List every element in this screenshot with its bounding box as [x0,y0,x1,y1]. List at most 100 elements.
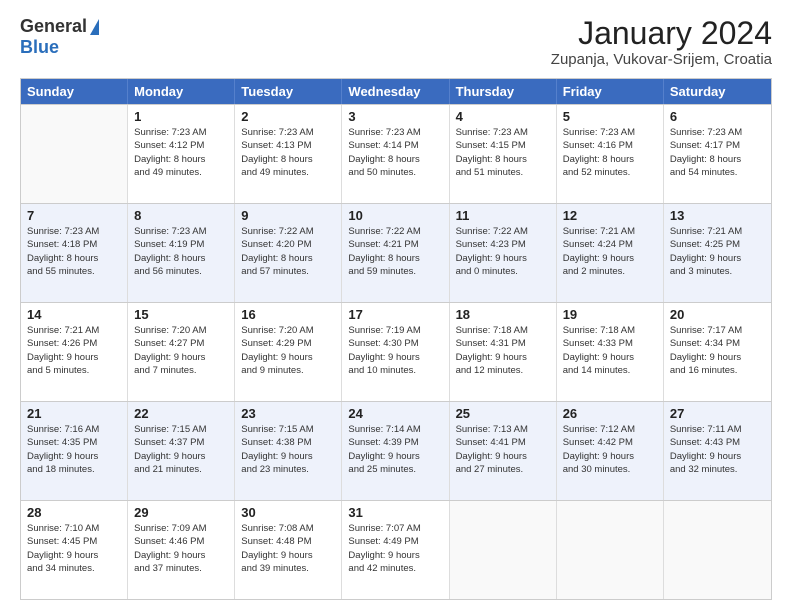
day-cell-17: 17 Sunrise: 7:19 AM Sunset: 4:30 PM Dayli… [342,303,449,401]
day-number: 29 [134,505,228,520]
month-title: January 2024 [551,16,772,51]
header-cell-wednesday: Wednesday [342,79,449,104]
day-cell-30: 30Sunrise: 7:08 AM Sunset: 4:48 PM Dayli… [235,501,342,599]
day-info: Sunrise: 7:21 AM Sunset: 4:26 PM Dayligh… [27,324,121,377]
day-cell-2: 2 Sunrise: 7:23 AM Sunset: 4:13 PM Daylig… [235,105,342,203]
calendar-header: SundayMondayTuesdayWednesdayThursdayFrid… [21,79,771,104]
day-number: 15 [134,307,228,322]
day-info: Sunrise: 7:14 AM Sunset: 4:39 PM Dayligh… [348,423,442,476]
logo-blue-text: Blue [20,37,59,58]
header-cell-sunday: Sunday [21,79,128,104]
day-cell-25: 25 Sunrise: 7:13 AM Sunset: 4:41 PM Dayli… [450,402,557,500]
header-cell-saturday: Saturday [664,79,771,104]
day-cell-15: 15 Sunrise: 7:20 AM Sunset: 4:27 PM Dayli… [128,303,235,401]
day-number: 26 [563,406,657,421]
day-info: Sunrise: 7:22 AM Sunset: 4:21 PM Dayligh… [348,225,442,278]
day-cell-6: 6 Sunrise: 7:23 AM Sunset: 4:17 PM Daylig… [664,105,771,203]
day-info: Sunrise: 7:23 AM Sunset: 4:16 PM Dayligh… [563,126,657,179]
day-cell-31: 31Sunrise: 7:07 AM Sunset: 4:49 PM Dayli… [342,501,449,599]
day-cell-4: 4Sunrise: 7:23 AM Sunset: 4:15 PM Daylig… [450,105,557,203]
day-number: 22 [134,406,228,421]
day-number: 23 [241,406,335,421]
day-number: 27 [670,406,765,421]
day-info: Sunrise: 7:23 AM Sunset: 4:14 PM Dayligh… [348,126,442,179]
day-number: 16 [241,307,335,322]
day-number: 3 [348,109,442,124]
day-info: Sunrise: 7:21 AM Sunset: 4:24 PM Dayligh… [563,225,657,278]
day-number: 13 [670,208,765,223]
day-info: Sunrise: 7:23 AM Sunset: 4:18 PM Dayligh… [27,225,121,278]
calendar-body: 1Sunrise: 7:23 AM Sunset: 4:12 PM Daylig… [21,104,771,599]
day-info: Sunrise: 7:20 AM Sunset: 4:27 PM Dayligh… [134,324,228,377]
calendar-row-1: 1Sunrise: 7:23 AM Sunset: 4:12 PM Daylig… [21,104,771,203]
day-number: 5 [563,109,657,124]
day-info: Sunrise: 7:18 AM Sunset: 4:33 PM Dayligh… [563,324,657,377]
day-cell-29: 29 Sunrise: 7:09 AM Sunset: 4:46 PM Dayli… [128,501,235,599]
day-number: 7 [27,208,121,223]
empty-cell [21,105,128,203]
day-number: 9 [241,208,335,223]
day-number: 17 [348,307,442,322]
calendar-row-2: 7 Sunrise: 7:23 AM Sunset: 4:18 PM Daylig… [21,203,771,302]
day-info: Sunrise: 7:08 AM Sunset: 4:48 PM Dayligh… [241,522,335,575]
day-cell-3: 3 Sunrise: 7:23 AM Sunset: 4:14 PM Daylig… [342,105,449,203]
page: General Blue January 2024 Zupanja, Vukov… [0,0,792,612]
day-cell-12: 12 Sunrise: 7:21 AM Sunset: 4:24 PM Dayli… [557,204,664,302]
day-info: Sunrise: 7:16 AM Sunset: 4:35 PM Dayligh… [27,423,121,476]
day-info: Sunrise: 7:23 AM Sunset: 4:12 PM Dayligh… [134,126,228,179]
header-cell-thursday: Thursday [450,79,557,104]
day-info: Sunrise: 7:09 AM Sunset: 4:46 PM Dayligh… [134,522,228,575]
day-cell-16: 16Sunrise: 7:20 AM Sunset: 4:29 PM Dayli… [235,303,342,401]
day-cell-8: 8 Sunrise: 7:23 AM Sunset: 4:19 PM Daylig… [128,204,235,302]
day-info: Sunrise: 7:10 AM Sunset: 4:45 PM Dayligh… [27,522,121,575]
header: General Blue January 2024 Zupanja, Vukov… [20,16,772,68]
day-info: Sunrise: 7:23 AM Sunset: 4:17 PM Dayligh… [670,126,765,179]
logo: General Blue [20,16,99,58]
day-info: Sunrise: 7:17 AM Sunset: 4:34 PM Dayligh… [670,324,765,377]
day-info: Sunrise: 7:12 AM Sunset: 4:42 PM Dayligh… [563,423,657,476]
empty-cell [557,501,664,599]
day-info: Sunrise: 7:18 AM Sunset: 4:31 PM Dayligh… [456,324,550,377]
day-cell-13: 13Sunrise: 7:21 AM Sunset: 4:25 PM Dayli… [664,204,771,302]
day-cell-18: 18Sunrise: 7:18 AM Sunset: 4:31 PM Dayli… [450,303,557,401]
calendar: SundayMondayTuesdayWednesdayThursdayFrid… [20,78,772,600]
day-info: Sunrise: 7:19 AM Sunset: 4:30 PM Dayligh… [348,324,442,377]
day-info: Sunrise: 7:13 AM Sunset: 4:41 PM Dayligh… [456,423,550,476]
day-number: 31 [348,505,442,520]
day-cell-27: 27Sunrise: 7:11 AM Sunset: 4:43 PM Dayli… [664,402,771,500]
header-cell-monday: Monday [128,79,235,104]
day-info: Sunrise: 7:23 AM Sunset: 4:19 PM Dayligh… [134,225,228,278]
day-number: 12 [563,208,657,223]
header-cell-friday: Friday [557,79,664,104]
day-cell-9: 9Sunrise: 7:22 AM Sunset: 4:20 PM Daylig… [235,204,342,302]
day-info: Sunrise: 7:22 AM Sunset: 4:23 PM Dayligh… [456,225,550,278]
day-number: 4 [456,109,550,124]
day-number: 8 [134,208,228,223]
day-number: 6 [670,109,765,124]
day-cell-1: 1Sunrise: 7:23 AM Sunset: 4:12 PM Daylig… [128,105,235,203]
calendar-row-3: 14 Sunrise: 7:21 AM Sunset: 4:26 PM Dayli… [21,302,771,401]
day-cell-24: 24 Sunrise: 7:14 AM Sunset: 4:39 PM Dayli… [342,402,449,500]
day-info: Sunrise: 7:23 AM Sunset: 4:13 PM Dayligh… [241,126,335,179]
day-cell-21: 21Sunrise: 7:16 AM Sunset: 4:35 PM Dayli… [21,402,128,500]
day-cell-20: 20Sunrise: 7:17 AM Sunset: 4:34 PM Dayli… [664,303,771,401]
calendar-row-5: 28 Sunrise: 7:10 AM Sunset: 4:45 PM Dayli… [21,500,771,599]
empty-cell [664,501,771,599]
day-number: 24 [348,406,442,421]
day-cell-5: 5 Sunrise: 7:23 AM Sunset: 4:16 PM Daylig… [557,105,664,203]
day-number: 11 [456,208,550,223]
day-cell-7: 7 Sunrise: 7:23 AM Sunset: 4:18 PM Daylig… [21,204,128,302]
day-cell-26: 26 Sunrise: 7:12 AM Sunset: 4:42 PM Dayli… [557,402,664,500]
calendar-row-4: 21Sunrise: 7:16 AM Sunset: 4:35 PM Dayli… [21,401,771,500]
logo-general-text: General [20,16,87,37]
location: Zupanja, Vukovar-Srijem, Croatia [551,51,772,68]
header-cell-tuesday: Tuesday [235,79,342,104]
day-number: 19 [563,307,657,322]
day-number: 28 [27,505,121,520]
day-number: 2 [241,109,335,124]
day-number: 14 [27,307,121,322]
day-number: 25 [456,406,550,421]
day-cell-23: 23Sunrise: 7:15 AM Sunset: 4:38 PM Dayli… [235,402,342,500]
day-cell-10: 10Sunrise: 7:22 AM Sunset: 4:21 PM Dayli… [342,204,449,302]
day-cell-19: 19 Sunrise: 7:18 AM Sunset: 4:33 PM Dayli… [557,303,664,401]
